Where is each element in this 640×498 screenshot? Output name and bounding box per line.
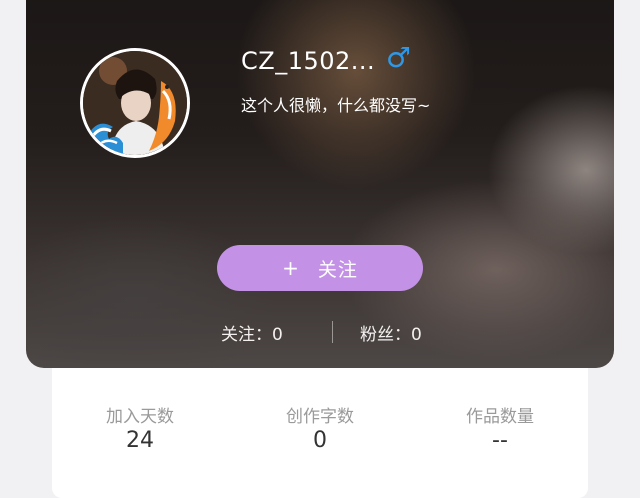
word-count-value: 0 <box>313 428 327 453</box>
following-count[interactable]: 关注：0 <box>221 320 283 345</box>
works-count-label: 作品数量 <box>466 407 534 427</box>
bio-text: 这个人很懒，什么都没写~ <box>241 96 431 115</box>
works-count-value: -- <box>492 428 508 453</box>
join-days-label: 加入天数 <box>106 407 174 427</box>
stats-card: 加入天数 24 创作字数 0 作品数量 -- <box>52 368 588 498</box>
word-count-label: 创作字数 <box>286 407 354 427</box>
stats-divider <box>332 321 333 343</box>
join-days-value: 24 <box>126 428 154 453</box>
word-count-stat: 创作字数 0 <box>240 402 400 453</box>
works-count-stat: 作品数量 -- <box>420 402 580 453</box>
fans-count[interactable]: 粉丝：0 <box>360 320 422 345</box>
follow-button[interactable]: + 关注 <box>217 245 423 291</box>
male-icon: ♂ <box>386 41 412 74</box>
username: CZ_1502... <box>241 47 376 75</box>
social-stats: 关注：0 粉丝：0 <box>26 320 614 345</box>
follow-label: 关注 <box>317 258 358 281</box>
join-days-stat: 加入天数 24 <box>60 402 220 453</box>
profile-header: CZ_1502... ♂ 这个人很懒，什么都没写~ + 关注 关注：0 粉丝：0 <box>26 0 614 368</box>
avatar[interactable] <box>80 48 190 158</box>
plus-icon: + <box>282 256 300 280</box>
